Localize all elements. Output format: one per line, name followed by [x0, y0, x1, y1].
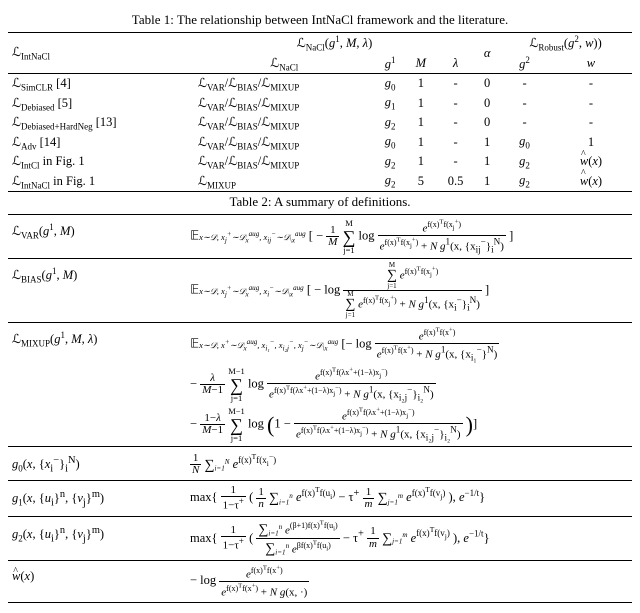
t2-g1-label: g1(x, {ui}n, {vj}m) — [8, 481, 186, 516]
t1-r3-w: 1 — [550, 133, 632, 153]
t1-r5-name: ℒIntNaCl in Fig. 1 — [8, 172, 194, 192]
table-row: ℒDebiased [5] ℒVAR/ℒBIAS/ℒMIXUP g1 1 - 0… — [8, 94, 632, 114]
t1-r3-g2: g0 — [499, 133, 550, 153]
t2-g2-def: max{ 11−τ+ ( ∑i=1n e(β+1)f(x)Tf(ui) ∑i=1… — [186, 516, 632, 561]
table-row: ℒMIXUP(g1, M, λ) 𝔼x∼𝒟, x+∼𝒟xaug, xi₁−, x… — [8, 323, 632, 447]
t1-r5-lam: 0.5 — [436, 172, 475, 192]
t2-bias-def: 𝔼x∼𝒟, xj+∼𝒟xaug, xi−∼𝒟\xaug [ − log M∑j=… — [186, 259, 632, 323]
t1-r1-nacl: ℒVAR/ℒBIAS/ℒMIXUP — [194, 94, 375, 114]
table-row: g0(x, {xi−}iN) 1N ∑i=1N ef(x)Tf(xi−) — [8, 447, 632, 481]
table-row: ℒAdv [14] ℒVAR/ℒBIAS/ℒMIXUP g0 1 - 1 g0 … — [8, 133, 632, 153]
t1-r5-alpha: 1 — [475, 172, 499, 192]
t1-r5-w: w(x) — [550, 172, 632, 192]
t2-mixup-def: 𝔼x∼𝒟, x+∼𝒟xaug, xi₁−, xi₂j−, xj−∼𝒟\xaug … — [186, 323, 632, 447]
t1-r3-lam: - — [436, 133, 475, 153]
t2-var-def: 𝔼x∼𝒟, xj+∼𝒟xaug, xij−∼𝒟\xaug [ − 1M M∑j=… — [186, 215, 632, 259]
t1-r0-alpha: 0 — [475, 74, 499, 94]
table-row: ℒIntCl in Fig. 1 ℒVAR/ℒBIAS/ℒMIXUP g2 1 … — [8, 152, 632, 172]
t1-r0-M: 1 — [406, 74, 436, 94]
t1-r1-g1: g1 — [375, 94, 406, 114]
t1-r3-name: ℒAdv [14] — [8, 133, 194, 153]
t1-r3-nacl: ℒVAR/ℒBIAS/ℒMIXUP — [194, 133, 375, 153]
table-row: ℒSimCLR [4] ℒVAR/ℒBIAS/ℒMIXUP g0 1 - 0 -… — [8, 74, 632, 94]
t1-r0-lam: - — [436, 74, 475, 94]
table2-caption: Table 2: A summary of definitions. — [8, 194, 632, 210]
t1-h-lam: λ — [436, 54, 475, 74]
t1-r4-w: w(x) — [550, 152, 632, 172]
t1-r1-alpha: 0 — [475, 94, 499, 114]
t1-r1-lam: - — [436, 94, 475, 114]
t1-h-intnacl: ℒIntNaCl — [8, 33, 194, 74]
t1-r1-w: - — [550, 94, 632, 114]
table-row: ℒVAR(g1, M) 𝔼x∼𝒟, xj+∼𝒟xaug, xij−∼𝒟\xaug… — [8, 215, 632, 259]
t1-h-alpha: α — [475, 33, 499, 74]
t1-r2-w: - — [550, 113, 632, 133]
t1-r2-alpha: 0 — [475, 113, 499, 133]
table2: ℒVAR(g1, M) 𝔼x∼𝒟, xj+∼𝒟xaug, xij−∼𝒟\xaug… — [8, 214, 632, 603]
t2-g1-def: max{ 11−τ+ ( 1n ∑i=1n ef(x)Tf(ui) − τ+ 1… — [186, 481, 632, 516]
table-row: g1(x, {ui}n, {vj}m) max{ 11−τ+ ( 1n ∑i=1… — [8, 481, 632, 516]
t1-r4-lam: - — [436, 152, 475, 172]
t1-r5-nacl: ℒMIXUP — [194, 172, 375, 192]
t1-r0-g2: - — [499, 74, 550, 94]
t1-h-M: M — [406, 54, 436, 74]
t1-r2-nacl: ℒVAR/ℒBIAS/ℒMIXUP — [194, 113, 375, 133]
t1-r2-M: 1 — [406, 113, 436, 133]
t2-g0-def: 1N ∑i=1N ef(x)Tf(xi−) — [186, 447, 632, 481]
t1-r2-g2: - — [499, 113, 550, 133]
t1-h-g2: g2 — [499, 54, 550, 74]
t1-r0-name: ℒSimCLR [4] — [8, 74, 194, 94]
table-row: g2(x, {ui}n, {vj}m) max{ 11−τ+ ( ∑i=1n e… — [8, 516, 632, 561]
t1-r3-alpha: 1 — [475, 133, 499, 153]
t1-r4-M: 1 — [406, 152, 436, 172]
t1-r0-nacl: ℒVAR/ℒBIAS/ℒMIXUP — [194, 74, 375, 94]
table1-caption: Table 1: The relationship between IntNaC… — [8, 12, 632, 28]
table-row: ℒDebiased+HardNeg [13] ℒVAR/ℒBIAS/ℒMIXUP… — [8, 113, 632, 133]
t2-wh-def: − log ef(x)Tf(x+) ef(x)Tf(x+) + N g(x, ·… — [186, 561, 632, 603]
t1-r4-alpha: 1 — [475, 152, 499, 172]
t1-r3-M: 1 — [406, 133, 436, 153]
t2-g2-label: g2(x, {ui}n, {vj}m) — [8, 516, 186, 561]
t1-r1-g2: - — [499, 94, 550, 114]
t1-r2-g1: g2 — [375, 113, 406, 133]
t1-r5-g2: g2 — [499, 172, 550, 192]
t1-r2-lam: - — [436, 113, 475, 133]
t1-h-g1: g1 — [375, 54, 406, 74]
t1-r1-name: ℒDebiased [5] — [8, 94, 194, 114]
table-row: w(x) − log ef(x)Tf(x+) ef(x)Tf(x+) + N g… — [8, 561, 632, 603]
t1-r5-g1: g2 — [375, 172, 406, 192]
table-row: ℒIntNaCl in Fig. 1 ℒMIXUP g2 5 0.5 1 g2 … — [8, 172, 632, 192]
t2-bias-label: ℒBIAS(g1, M) — [8, 259, 186, 323]
t2-g0-label: g0(x, {xi−}iN) — [8, 447, 186, 481]
t1-r0-g1: g0 — [375, 74, 406, 94]
t2-var-label: ℒVAR(g1, M) — [8, 215, 186, 259]
t1-r5-M: 5 — [406, 172, 436, 192]
t1-h-w: w — [550, 54, 632, 74]
t1-r4-nacl: ℒVAR/ℒBIAS/ℒMIXUP — [194, 152, 375, 172]
t1-r4-g2: g2 — [499, 152, 550, 172]
table1: ℒIntNaCl ℒNaCl(g1, M, λ) α ℒRobust(g2, w… — [8, 32, 632, 192]
t2-wh-label: w(x) — [8, 561, 186, 603]
table-row: ℒBIAS(g1, M) 𝔼x∼𝒟, xj+∼𝒟xaug, xi−∼𝒟\xaug… — [8, 259, 632, 323]
t1-h-robust: ℒRobust(g2, w)) — [499, 33, 632, 54]
t1-r2-name: ℒDebiased+HardNeg [13] — [8, 113, 194, 133]
t1-h-nacl-col: ℒNaCl — [194, 54, 375, 74]
t1-r4-g1: g2 — [375, 152, 406, 172]
t1-r3-g1: g0 — [375, 133, 406, 153]
t1-r4-name: ℒIntCl in Fig. 1 — [8, 152, 194, 172]
t2-mixup-label: ℒMIXUP(g1, M, λ) — [8, 323, 186, 447]
t1-r1-M: 1 — [406, 94, 436, 114]
t1-r0-w: - — [550, 74, 632, 94]
t1-h-nacl: ℒNaCl(g1, M, λ) — [194, 33, 475, 54]
